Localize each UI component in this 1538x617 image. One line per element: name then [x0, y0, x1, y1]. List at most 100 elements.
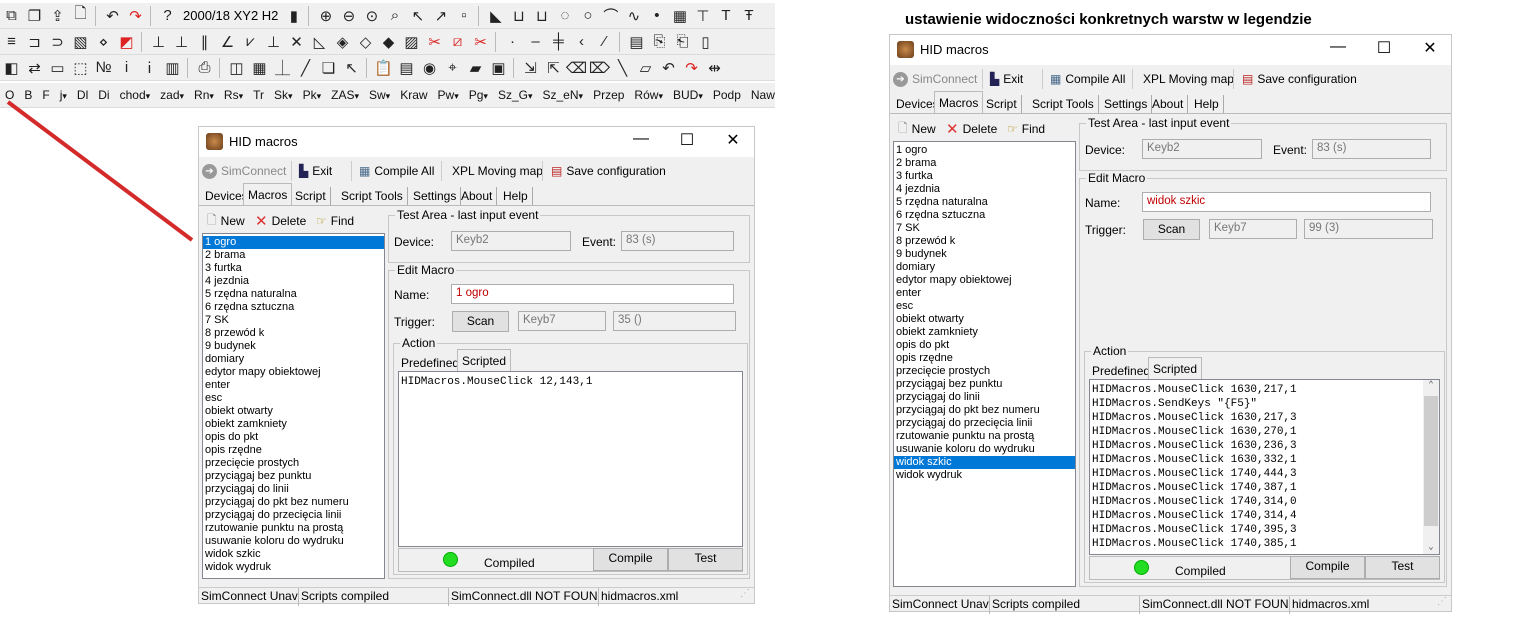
xpl-moving-map-button[interactable]: XPL Moving map: [1143, 69, 1234, 89]
macro-list-item[interactable]: 3 furtka: [203, 262, 384, 275]
cut-icon[interactable]: ✂: [423, 31, 446, 53]
minimize-button[interactable]: —: [1323, 38, 1353, 56]
toolbar-dropdown-16[interactable]: Pw▾: [433, 88, 464, 102]
bisector-icon[interactable]: ⩗: [239, 31, 262, 53]
curve-icon[interactable]: ∿: [622, 5, 645, 27]
import-icon[interactable]: ⇲: [519, 57, 542, 79]
macro-list-item[interactable]: 7 SK: [894, 222, 1075, 235]
tab-help[interactable]: Help: [499, 187, 533, 205]
offset-icon[interactable]: ⊥: [262, 31, 285, 53]
scrollbar-thumb[interactable]: [1424, 396, 1438, 526]
toolbar-dropdown-20[interactable]: Przep: [588, 88, 629, 102]
simconnect-button[interactable]: ➔ SimConnect: [893, 69, 977, 89]
macro-list-item[interactable]: obiekt otwarty: [203, 405, 384, 418]
save-configuration-button[interactable]: ▤ Save configuration: [551, 161, 666, 181]
macro-list-item[interactable]: opis rzędne: [894, 352, 1075, 365]
tab-macros[interactable]: Macros: [934, 91, 984, 114]
macro-list-item[interactable]: rzutowanie punktu na prostą: [203, 522, 384, 535]
area-icon[interactable]: ◺: [308, 31, 331, 53]
macro-list-item[interactable]: enter: [894, 287, 1075, 300]
resize-grip-icon[interactable]: ⋰: [740, 588, 754, 605]
macro-list-item[interactable]: widok szkic: [203, 548, 384, 561]
toolbar-dropdown-12[interactable]: Pk▾: [298, 88, 327, 102]
macro-list-item[interactable]: przecięcie prostych: [894, 365, 1075, 378]
toolbar-dropdown-10[interactable]: Tr: [248, 88, 269, 102]
macro-list-item[interactable]: 6 rzędna sztuczna: [203, 301, 384, 314]
macro-list-item[interactable]: widok szkic: [894, 456, 1075, 469]
extend-icon[interactable]: ⁄: [593, 31, 616, 53]
toolbar-dropdown-11[interactable]: Sk▾: [269, 88, 298, 102]
line-icon[interactable]: ╱: [294, 57, 317, 79]
delete-macro-button[interactable]: ✕ Delete: [255, 211, 306, 231]
grid-icon[interactable]: ▦: [248, 57, 271, 79]
compile-button[interactable]: Compile: [593, 548, 668, 571]
macro-list-item[interactable]: esc: [203, 392, 384, 405]
exit-button[interactable]: ▙ Exit: [299, 161, 332, 181]
point-icon[interactable]: •: [645, 5, 668, 27]
device-field[interactable]: Keyb2: [451, 231, 571, 251]
macro-list-item[interactable]: rzutowanie punktu na prostą: [894, 430, 1075, 443]
new-macro-button[interactable]: 🗋 New: [898, 119, 936, 139]
layers-icon[interactable]: ◫: [225, 57, 248, 79]
gps-icon[interactable]: ⌖: [441, 57, 464, 79]
macro-list[interactable]: 1 ogro 2 brama 3 furtka 4 jezdnia 5 rzędna n…: [202, 233, 385, 579]
macro-list-item[interactable]: przyciągaj bez punktu: [894, 378, 1075, 391]
zoom-next-icon[interactable]: ↗: [429, 5, 452, 27]
tab-settings[interactable]: Settings: [1100, 95, 1153, 113]
tab-settings[interactable]: Settings: [409, 187, 462, 205]
tab-script-tools[interactable]: Script Tools: [337, 187, 408, 205]
macro-list-item[interactable]: obiekt zamkniety: [203, 418, 384, 431]
exit-icon[interactable]: ▮: [282, 5, 305, 27]
diamond-icon[interactable]: ◇: [354, 31, 377, 53]
title-bar[interactable]: HID macros — ☐ ✕: [199, 127, 754, 157]
tab-predefined[interactable]: Predefined: [1088, 360, 1154, 381]
arc-icon[interactable]: ⌒: [599, 5, 622, 27]
resize-grip-icon[interactable]: ⋰: [1437, 596, 1451, 613]
save-doc-icon[interactable]: ▣: [487, 57, 510, 79]
compile-button[interactable]: Compile: [1290, 556, 1365, 579]
macro-list-item[interactable]: 7 SK: [203, 314, 384, 327]
macro-list-item[interactable]: 5 rzędna naturalna: [894, 196, 1075, 209]
toolbar-dropdown-17[interactable]: Pg▾: [464, 88, 493, 102]
paste-attr-icon[interactable]: ⎗: [671, 31, 694, 53]
cursor-icon[interactable]: ↖: [340, 57, 363, 79]
macro-list-item[interactable]: edytor mapy obiektowej: [894, 274, 1075, 287]
toolbar-dropdown-21[interactable]: Rów▾: [629, 88, 668, 102]
circle-icon[interactable]: ○: [576, 5, 599, 27]
table-icon[interactable]: ▤: [625, 31, 648, 53]
move-icon[interactable]: ⇹: [703, 57, 726, 79]
compile-all-button[interactable]: ▦ Compile All: [1050, 69, 1125, 89]
text-icon[interactable]: T: [714, 5, 737, 27]
macro-list-item[interactable]: 2 brama: [894, 157, 1075, 170]
attr-icon[interactable]: ▯: [694, 31, 717, 53]
arc-dashed-icon[interactable]: ◌: [553, 5, 576, 27]
event-field[interactable]: 83 (s): [621, 231, 734, 251]
angle-point-icon[interactable]: ‹: [570, 31, 593, 53]
close-button[interactable]: ✕: [718, 130, 748, 150]
zoom-in-icon[interactable]: ⊕: [314, 5, 337, 27]
macro-list-item[interactable]: przyciągaj do linii: [203, 483, 384, 496]
macro-list-item[interactable]: opis rzędne: [203, 444, 384, 457]
shape-fill-icon[interactable]: ◣: [484, 5, 507, 27]
toolbar-dropdown-18[interactable]: Sz_G▾: [493, 88, 538, 102]
diamond-hatch-icon[interactable]: ◈: [331, 31, 354, 53]
macro-list-item[interactable]: edytor mapy obiektowej: [203, 366, 384, 379]
macro-list-item[interactable]: przyciągaj bez punktu: [203, 470, 384, 483]
macro-list-item[interactable]: esc: [894, 300, 1075, 313]
split-icon[interactable]: ╪: [547, 31, 570, 53]
macro-list-item[interactable]: opis do pkt: [894, 339, 1075, 352]
stripes-icon[interactable]: ▨: [400, 31, 423, 53]
delete-macro-button[interactable]: ✕ Delete: [946, 119, 997, 139]
event-field[interactable]: 83 (s): [1312, 139, 1431, 159]
macro-list-item[interactable]: usuwanie koloru do wydruku: [203, 535, 384, 548]
tab-scripted[interactable]: Scripted: [457, 349, 512, 372]
macro-list-item[interactable]: 4 jezdnia: [894, 183, 1075, 196]
macro-list-item[interactable]: 8 przewód k: [203, 327, 384, 340]
point-on-line-icon[interactable]: ·: [501, 31, 524, 53]
macro-list-item[interactable]: przyciągaj do przecięcia linii: [894, 417, 1075, 430]
toolbar-dropdown-24[interactable]: Naw: [746, 88, 775, 102]
device-field[interactable]: Keyb2: [1142, 139, 1262, 159]
zoom-prev-icon[interactable]: ↖: [406, 5, 429, 27]
shape-outline-icon[interactable]: ⊔: [507, 5, 530, 27]
title-bar[interactable]: HID macros — ☐ ✕: [890, 35, 1451, 65]
